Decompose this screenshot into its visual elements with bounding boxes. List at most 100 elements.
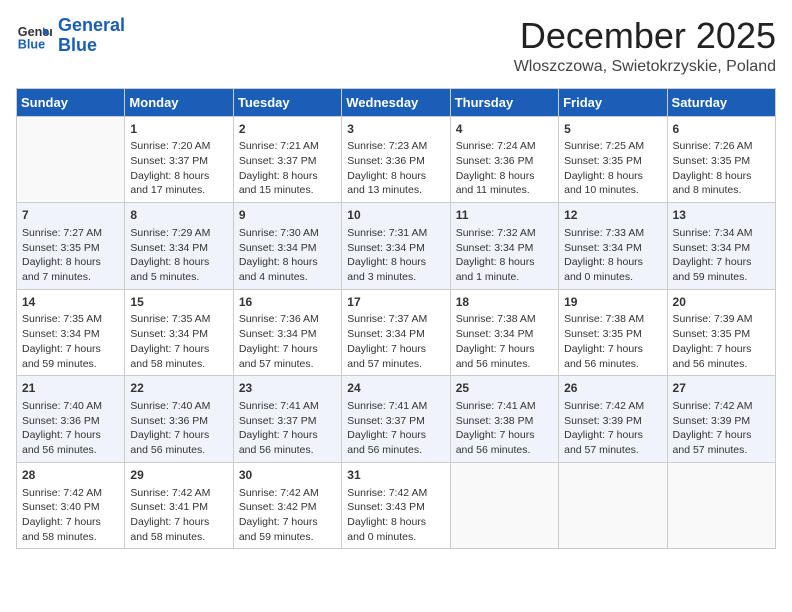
day-number: 11	[456, 207, 553, 224]
header-row: SundayMondayTuesdayWednesdayThursdayFrid…	[17, 88, 776, 116]
day-cell: 23 Sunrise: 7:41 AM Sunset: 3:37 PM Dayli…	[233, 376, 341, 463]
day-detail: Sunrise: 7:33 AM Sunset: 3:34 PM Dayligh…	[564, 226, 661, 285]
day-number: 9	[239, 207, 336, 224]
day-number: 8	[130, 207, 227, 224]
day-number: 28	[22, 467, 119, 484]
day-detail: Sunrise: 7:42 AM Sunset: 3:43 PM Dayligh…	[347, 486, 444, 545]
day-detail: Sunrise: 7:38 AM Sunset: 3:34 PM Dayligh…	[456, 312, 553, 371]
day-number: 19	[564, 294, 661, 311]
day-detail: Sunrise: 7:35 AM Sunset: 3:34 PM Dayligh…	[130, 312, 227, 371]
day-detail: Sunrise: 7:41 AM Sunset: 3:37 PM Dayligh…	[239, 399, 336, 458]
header-cell-saturday: Saturday	[667, 88, 775, 116]
header-cell-monday: Monday	[125, 88, 233, 116]
day-number: 18	[456, 294, 553, 311]
logo-icon: General Blue	[16, 18, 52, 54]
page-header: General Blue General Blue December 2025 …	[16, 16, 776, 76]
day-detail: Sunrise: 7:37 AM Sunset: 3:34 PM Dayligh…	[347, 312, 444, 371]
day-detail: Sunrise: 7:35 AM Sunset: 3:34 PM Dayligh…	[22, 312, 119, 371]
day-number: 7	[22, 207, 119, 224]
day-detail: Sunrise: 7:41 AM Sunset: 3:38 PM Dayligh…	[456, 399, 553, 458]
day-detail: Sunrise: 7:42 AM Sunset: 3:41 PM Dayligh…	[130, 486, 227, 545]
day-detail: Sunrise: 7:23 AM Sunset: 3:36 PM Dayligh…	[347, 139, 444, 198]
header-cell-sunday: Sunday	[17, 88, 125, 116]
day-cell: 27 Sunrise: 7:42 AM Sunset: 3:39 PM Dayli…	[667, 376, 775, 463]
day-number: 6	[673, 121, 770, 138]
day-cell: 21 Sunrise: 7:40 AM Sunset: 3:36 PM Dayli…	[17, 376, 125, 463]
day-detail: Sunrise: 7:29 AM Sunset: 3:34 PM Dayligh…	[130, 226, 227, 285]
day-number: 12	[564, 207, 661, 224]
day-cell: 26 Sunrise: 7:42 AM Sunset: 3:39 PM Dayli…	[559, 376, 667, 463]
day-number: 2	[239, 121, 336, 138]
header-cell-friday: Friday	[559, 88, 667, 116]
day-number: 10	[347, 207, 444, 224]
week-row-2: 7 Sunrise: 7:27 AM Sunset: 3:35 PM Daylig…	[17, 203, 776, 290]
week-row-4: 21 Sunrise: 7:40 AM Sunset: 3:36 PM Dayli…	[17, 376, 776, 463]
day-cell: 13Sunrise: 7:34 AM Sunset: 3:34 PM Dayli…	[667, 203, 775, 290]
calendar-title: December 2025	[514, 16, 776, 56]
day-detail: Sunrise: 7:40 AM Sunset: 3:36 PM Dayligh…	[22, 399, 119, 458]
logo: General Blue General Blue	[16, 16, 125, 56]
day-detail: Sunrise: 7:42 AM Sunset: 3:42 PM Dayligh…	[239, 486, 336, 545]
day-cell: 1Sunrise: 7:20 AM Sunset: 3:37 PM Daylig…	[125, 116, 233, 203]
day-cell: 10Sunrise: 7:31 AM Sunset: 3:34 PM Dayli…	[342, 203, 450, 290]
day-detail: Sunrise: 7:34 AM Sunset: 3:34 PM Dayligh…	[673, 226, 770, 285]
day-cell: 2Sunrise: 7:21 AM Sunset: 3:37 PM Daylig…	[233, 116, 341, 203]
week-row-1: 1Sunrise: 7:20 AM Sunset: 3:37 PM Daylig…	[17, 116, 776, 203]
day-cell: 14Sunrise: 7:35 AM Sunset: 3:34 PM Dayli…	[17, 289, 125, 376]
day-number: 27	[673, 380, 770, 397]
day-cell: 4Sunrise: 7:24 AM Sunset: 3:36 PM Daylig…	[450, 116, 558, 203]
day-detail: Sunrise: 7:42 AM Sunset: 3:39 PM Dayligh…	[564, 399, 661, 458]
day-number: 4	[456, 121, 553, 138]
day-detail: Sunrise: 7:24 AM Sunset: 3:36 PM Dayligh…	[456, 139, 553, 198]
day-detail: Sunrise: 7:41 AM Sunset: 3:37 PM Dayligh…	[347, 399, 444, 458]
day-number: 25	[456, 380, 553, 397]
header-cell-thursday: Thursday	[450, 88, 558, 116]
day-detail: Sunrise: 7:32 AM Sunset: 3:34 PM Dayligh…	[456, 226, 553, 285]
day-number: 1	[130, 121, 227, 138]
day-number: 26	[564, 380, 661, 397]
day-number: 16	[239, 294, 336, 311]
header-cell-tuesday: Tuesday	[233, 88, 341, 116]
day-cell	[450, 462, 558, 549]
day-detail: Sunrise: 7:30 AM Sunset: 3:34 PM Dayligh…	[239, 226, 336, 285]
day-cell: 18Sunrise: 7:38 AM Sunset: 3:34 PM Dayli…	[450, 289, 558, 376]
day-cell: 20Sunrise: 7:39 AM Sunset: 3:35 PM Dayli…	[667, 289, 775, 376]
day-detail: Sunrise: 7:42 AM Sunset: 3:39 PM Dayligh…	[673, 399, 770, 458]
day-number: 3	[347, 121, 444, 138]
day-number: 23	[239, 380, 336, 397]
day-number: 30	[239, 467, 336, 484]
day-cell: 15Sunrise: 7:35 AM Sunset: 3:34 PM Dayli…	[125, 289, 233, 376]
day-cell: 5Sunrise: 7:25 AM Sunset: 3:35 PM Daylig…	[559, 116, 667, 203]
day-detail: Sunrise: 7:36 AM Sunset: 3:34 PM Dayligh…	[239, 312, 336, 371]
calendar-subtitle: Wloszczowa, Swietokrzyskie, Poland	[514, 58, 776, 76]
day-cell: 6Sunrise: 7:26 AM Sunset: 3:35 PM Daylig…	[667, 116, 775, 203]
day-cell: 28 Sunrise: 7:42 AM Sunset: 3:40 PM Dayli…	[17, 462, 125, 549]
day-cell: 24 Sunrise: 7:41 AM Sunset: 3:37 PM Dayli…	[342, 376, 450, 463]
day-cell: 11 Sunrise: 7:32 AM Sunset: 3:34 PM Dayli…	[450, 203, 558, 290]
day-number: 5	[564, 121, 661, 138]
day-detail: Sunrise: 7:39 AM Sunset: 3:35 PM Dayligh…	[673, 312, 770, 371]
day-cell: 29Sunrise: 7:42 AM Sunset: 3:41 PM Dayli…	[125, 462, 233, 549]
day-number: 24	[347, 380, 444, 397]
logo-line1: General	[58, 16, 125, 36]
day-cell	[559, 462, 667, 549]
day-number: 31	[347, 467, 444, 484]
day-detail: Sunrise: 7:26 AM Sunset: 3:35 PM Dayligh…	[673, 139, 770, 198]
day-number: 22	[130, 380, 227, 397]
svg-text:Blue: Blue	[18, 37, 45, 51]
day-number: 20	[673, 294, 770, 311]
day-number: 15	[130, 294, 227, 311]
day-cell	[17, 116, 125, 203]
day-detail: Sunrise: 7:38 AM Sunset: 3:35 PM Dayligh…	[564, 312, 661, 371]
day-cell	[667, 462, 775, 549]
day-detail: Sunrise: 7:20 AM Sunset: 3:37 PM Dayligh…	[130, 139, 227, 198]
day-detail: Sunrise: 7:27 AM Sunset: 3:35 PM Dayligh…	[22, 226, 119, 285]
day-cell: 19Sunrise: 7:38 AM Sunset: 3:35 PM Dayli…	[559, 289, 667, 376]
day-cell: 25 Sunrise: 7:41 AM Sunset: 3:38 PM Dayli…	[450, 376, 558, 463]
day-number: 14	[22, 294, 119, 311]
day-detail: Sunrise: 7:42 AM Sunset: 3:40 PM Dayligh…	[22, 486, 119, 545]
day-cell: 3Sunrise: 7:23 AM Sunset: 3:36 PM Daylig…	[342, 116, 450, 203]
day-number: 21	[22, 380, 119, 397]
day-cell: 8 Sunrise: 7:29 AM Sunset: 3:34 PM Daylig…	[125, 203, 233, 290]
day-detail: Sunrise: 7:21 AM Sunset: 3:37 PM Dayligh…	[239, 139, 336, 198]
